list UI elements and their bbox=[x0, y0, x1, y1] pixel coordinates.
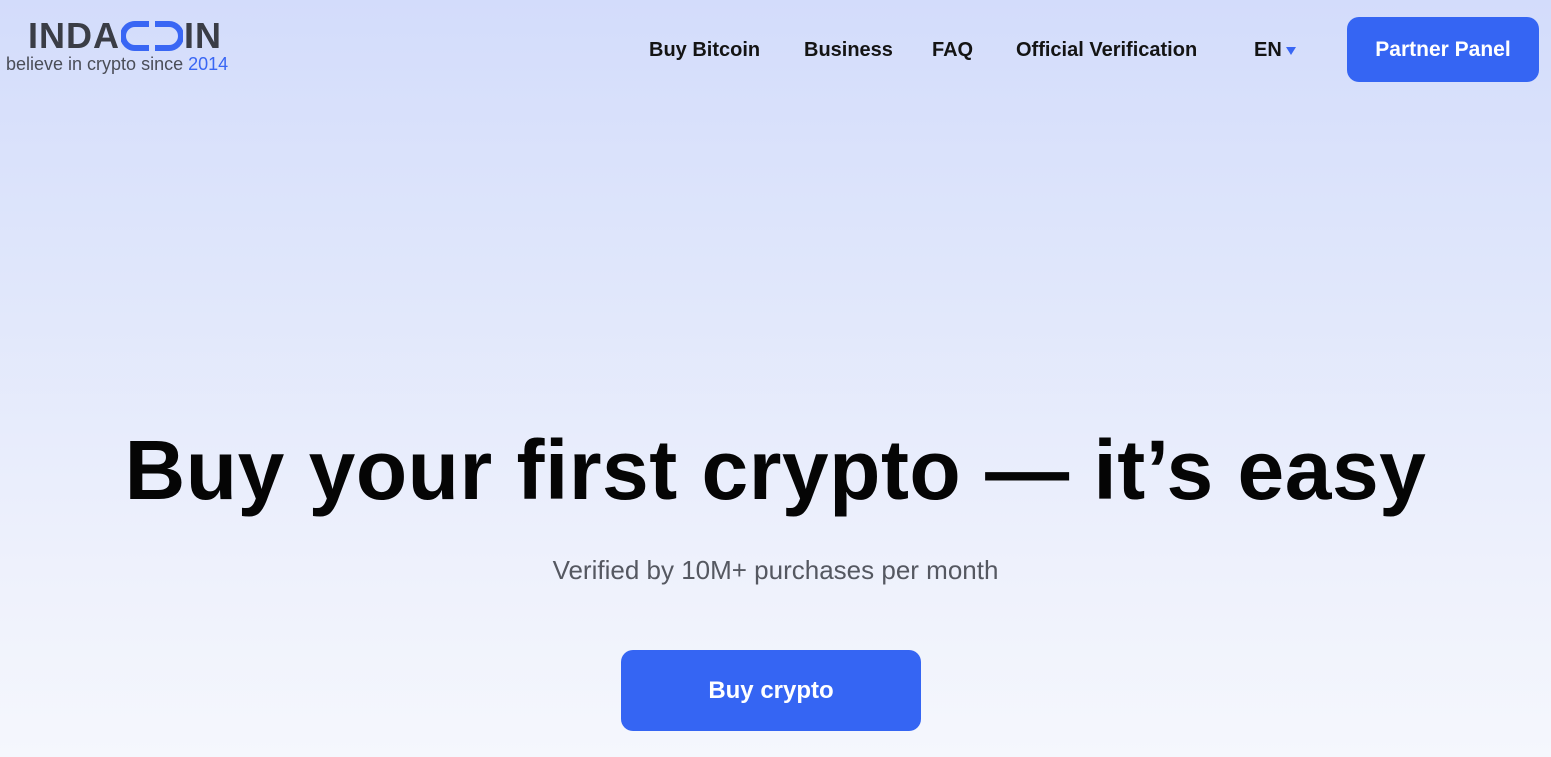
hero-subtitle: Verified by 10M+ purchases per month bbox=[552, 555, 999, 585]
language-label: EN bbox=[1254, 38, 1282, 61]
nav-official-verification[interactable]: Official Verification bbox=[1016, 39, 1197, 62]
nav-faq[interactable]: FAQ bbox=[932, 39, 973, 62]
language-selector[interactable]: EN bbox=[1254, 39, 1296, 62]
caret-down-icon bbox=[1285, 47, 1296, 55]
nav-business[interactable]: Business bbox=[804, 39, 893, 62]
tagline-year: 2014 bbox=[188, 54, 229, 74]
tagline: believe in crypto since 2014 bbox=[6, 54, 228, 75]
partner-panel-button[interactable]: Partner Panel bbox=[1347, 17, 1539, 82]
logo-text-suffix: IN bbox=[184, 15, 222, 56]
buy-crypto-button[interactable]: Buy crypto bbox=[621, 650, 921, 731]
logo[interactable]: INDA IN believe in crypto since 2014 bbox=[6, 12, 266, 78]
site-header: INDA IN believe in crypto since 2014 Buy… bbox=[0, 0, 1551, 100]
logo-wordmark: INDA IN bbox=[28, 16, 222, 56]
tagline-text: believe in crypto since bbox=[6, 54, 184, 74]
hero-title: Buy your first crypto — it’s easy bbox=[124, 423, 1427, 517]
logo-coin-icon bbox=[121, 21, 183, 51]
logo-text-prefix: INDA bbox=[28, 15, 120, 56]
nav-buy-bitcoin[interactable]: Buy Bitcoin bbox=[649, 39, 760, 62]
